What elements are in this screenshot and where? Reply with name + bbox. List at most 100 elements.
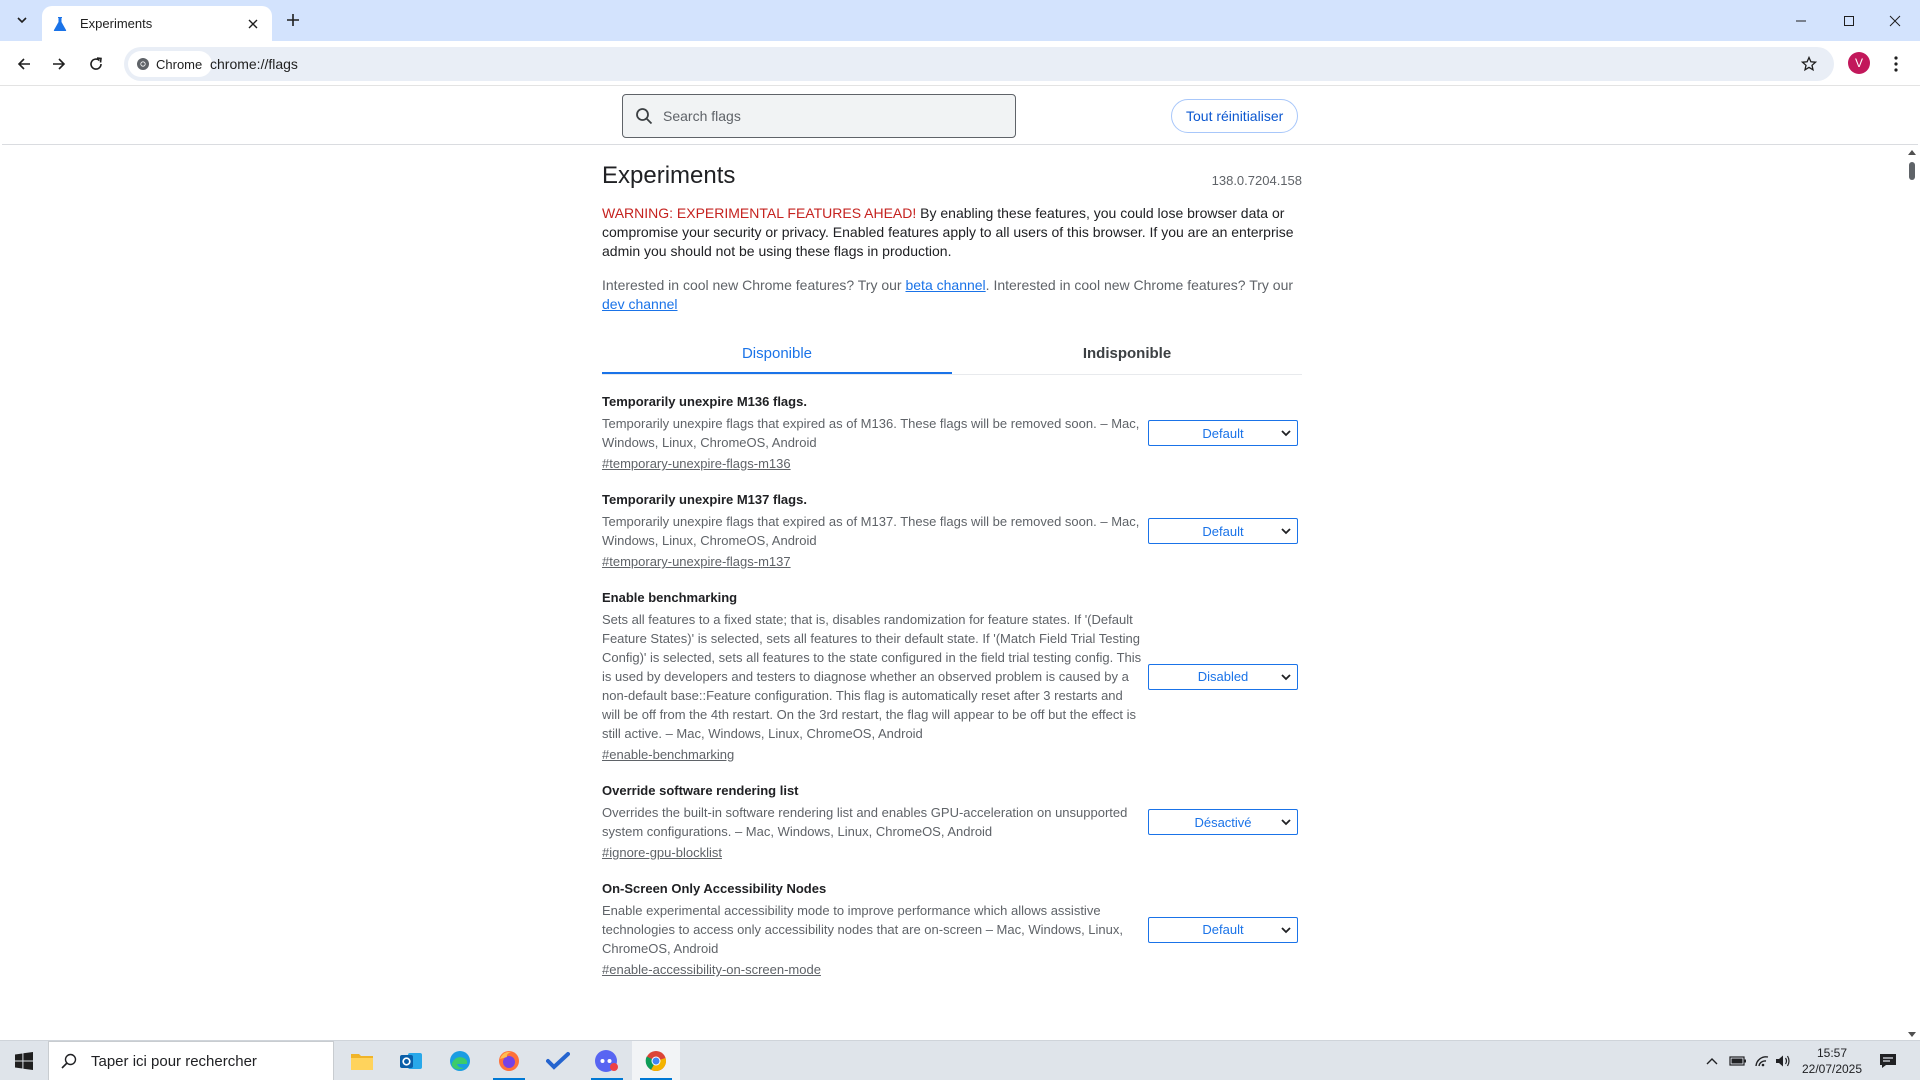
version-text: 138.0.7204.158 [1211,173,1302,188]
experiment-select[interactable]: Disabled [1148,663,1298,690]
minimize-button[interactable] [1778,0,1824,41]
close-tab-icon[interactable] [244,15,262,33]
reset-all-button[interactable]: Tout réinitialiser [1171,99,1299,133]
tab-available[interactable]: Disponible [602,341,952,374]
experiment-name: Enable benchmarking [602,590,738,605]
flags-content: Experiments 138.0.7204.158 WARNING: EXPE… [602,146,1302,1038]
taskbar-edge[interactable] [436,1041,484,1080]
windows-taskbar: Taper ici pour rechercher 15:57 22/07/20… [0,1040,1920,1080]
experiment-select[interactable]: Default [1148,518,1298,544]
start-button[interactable] [0,1041,48,1080]
notification-center-button[interactable] [1874,1049,1902,1073]
chevron-down-icon [1281,926,1291,933]
beta-channel-link[interactable]: beta channel [905,277,985,293]
flags-header: Tout réinitialiser [2,87,1918,145]
taskbar-clock[interactable]: 15:57 22/07/2025 [1796,1045,1868,1077]
tray-battery[interactable] [1726,1041,1750,1080]
minimize-icon [1796,20,1806,21]
availability-tabs: Disponible Indisponible [602,341,1302,375]
experiment-text: Enable benchmarking Sets all features to… [602,589,1142,764]
experiment-control: Default [1142,880,1302,979]
chevron-down-icon [1281,819,1291,826]
experiment-description: Sets all features to a fixed state; that… [602,612,1142,741]
profile-avatar[interactable]: V [1848,52,1870,74]
page-scrollbar[interactable] [1906,146,1918,1039]
experiment-permalink[interactable]: #ignore-gpu-blocklist [602,845,722,860]
notification-icon [1880,1054,1896,1068]
clock-time: 15:57 [1816,1046,1848,1060]
maximize-button[interactable] [1826,0,1872,41]
select-value: Désactivé [1194,814,1252,830]
taskbar-discord[interactable] [583,1041,631,1080]
tab-experiments[interactable]: Experiments [42,6,272,41]
experiment-name: On-Screen Only Accessibility Nodes [602,881,827,896]
taskbar-chrome[interactable] [632,1041,680,1080]
experiment-permalink[interactable]: #temporary-unexpire-flags-m136 [602,456,791,471]
page-title: Experiments [602,162,736,189]
search-box[interactable] [622,94,1016,138]
bookmark-star-button[interactable] [1798,53,1820,75]
url-text[interactable]: chrome://flags [210,56,298,72]
tab-strip: Experiments [0,0,1920,41]
chevron-down-icon [17,17,27,24]
forward-button[interactable] [45,50,73,78]
new-tab-button[interactable] [282,9,304,31]
close-icon [1889,15,1901,26]
experiment-item: Temporarily unexpire M137 flags. Tempora… [602,491,1302,571]
taskbar-outlook[interactable] [387,1041,435,1080]
experiment-select[interactable]: Default [1148,420,1298,446]
taskbar-file-explorer[interactable] [338,1041,386,1080]
experiment-description: Overrides the built-in software renderin… [602,805,1128,839]
channel-promo: Interested in cool new Chrome features? … [602,276,1302,314]
scroll-up-arrow-icon[interactable] [1908,150,1916,155]
chrome-menu-button[interactable] [1884,52,1908,76]
experiment-name: Override software rendering list [602,783,799,798]
experiment-control: Disabled [1142,589,1302,764]
chevron-down-icon [1281,673,1291,680]
scrollbar-thumb[interactable] [1909,162,1915,180]
experiment-permalink[interactable]: #enable-benchmarking [602,747,734,762]
omnibox[interactable]: Chrome chrome://flags [124,47,1834,81]
experiment-description: Temporarily unexpire flags that expired … [602,514,1140,548]
plus-icon [287,14,299,26]
taskbar-search-text: Taper ici pour rechercher [91,1052,257,1070]
warning-prefix: WARNING: EXPERIMENTAL FEATURES AHEAD! [602,205,917,221]
site-info-chip[interactable]: Chrome [128,51,213,77]
taskbar-search[interactable]: Taper ici pour rechercher [48,1041,334,1080]
warning-text: WARNING: EXPERIMENTAL FEATURES AHEAD! By… [602,204,1302,261]
chip-label: Chrome [156,56,203,72]
experiment-item: On-Screen Only Accessibility Nodes Enabl… [602,880,1302,979]
taskbar-todo[interactable] [534,1041,582,1080]
experiment-permalink[interactable]: #temporary-unexpire-flags-m137 [602,554,791,569]
tab-search-button[interactable] [10,8,34,32]
experiment-control: Désactivé [1142,782,1302,862]
tray-volume[interactable] [1772,1041,1794,1080]
arrow-right-icon [53,58,66,70]
experiment-permalink[interactable]: #enable-accessibility-on-screen-mode [602,962,821,977]
chevron-down-icon [1281,430,1291,437]
experiment-select[interactable]: Désactivé [1148,809,1298,835]
back-button[interactable] [10,50,38,78]
experiment-select[interactable]: Default [1148,916,1298,943]
reload-button[interactable] [82,50,110,78]
experiment-text: Temporarily unexpire M136 flags. Tempora… [602,393,1142,473]
clock-date: 22/07/2025 [1801,1062,1863,1076]
search-flags-input[interactable] [663,108,983,124]
edge-icon [450,1051,470,1071]
dev-channel-link[interactable]: dev channel [602,296,678,312]
title-row: Experiments 138.0.7204.158 [602,162,1302,190]
experiment-item: Enable benchmarking Sets all features to… [602,589,1302,764]
discord-icon [595,1050,618,1072]
scroll-down-arrow-icon[interactable] [1908,1032,1916,1037]
close-window-button[interactable] [1872,0,1918,41]
chevron-down-icon [1281,528,1291,535]
taskbar-firefox[interactable] [485,1041,533,1080]
flask-icon [52,16,68,32]
tray-network[interactable] [1750,1041,1774,1080]
tray-overflow-button[interactable] [1700,1041,1724,1080]
experiment-item: Temporarily unexpire M136 flags. Tempora… [602,393,1302,473]
star-icon [1801,56,1817,72]
experiment-name: Temporarily unexpire M136 flags. [602,394,807,409]
tab-unavailable[interactable]: Indisponible [952,341,1302,374]
experiment-text: Temporarily unexpire M137 flags. Tempora… [602,491,1142,571]
